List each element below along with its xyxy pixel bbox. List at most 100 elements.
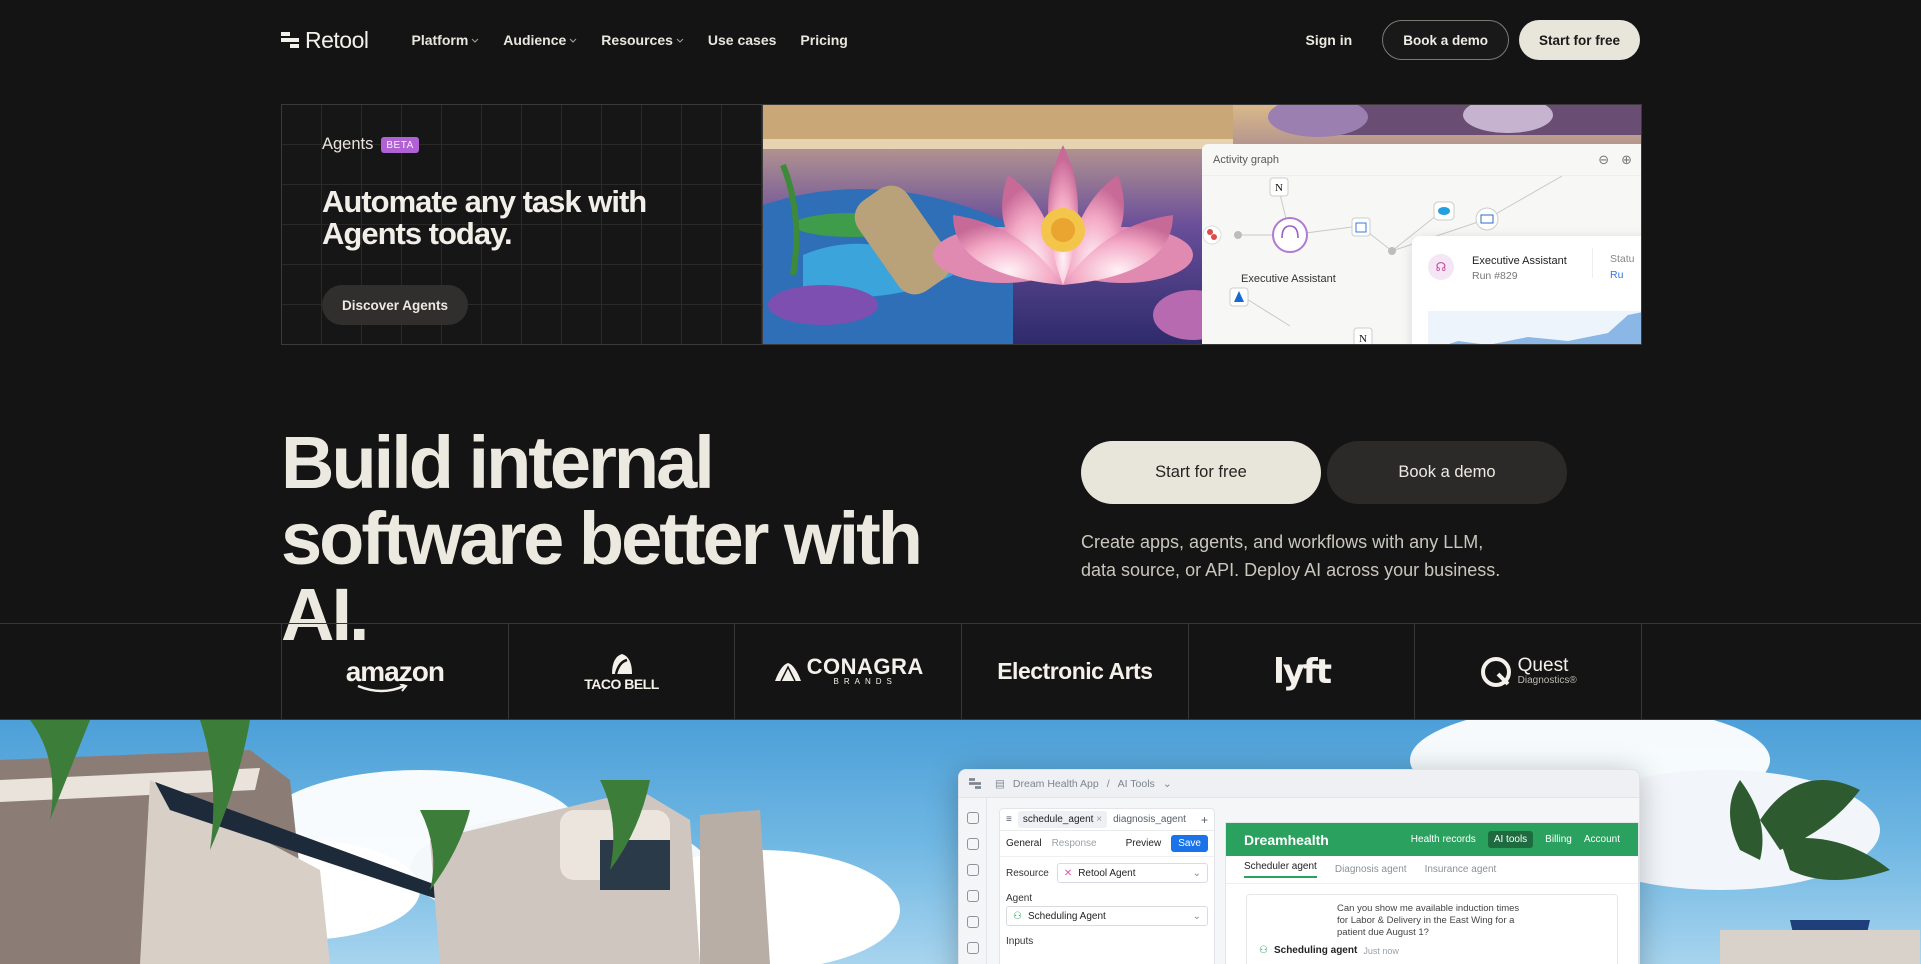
retool-logo[interactable]: Retool <box>281 27 369 54</box>
discover-agents-button[interactable]: Discover Agents <box>322 285 469 325</box>
save-button[interactable]: Save <box>1171 835 1208 852</box>
run-card-title: Executive Assistant <box>1472 255 1567 267</box>
menu-icon[interactable]: ≡ <box>1006 814 1012 825</box>
app-nav-account[interactable]: Account <box>1584 834 1620 845</box>
breadcrumb-page[interactable]: AI Tools <box>1118 778 1155 790</box>
breadcrumb-app[interactable]: Dream Health App <box>1013 778 1099 790</box>
agent-select-value: Scheduling Agent <box>1027 910 1106 922</box>
menu-resources-label: Resources <box>601 32 673 48</box>
book-demo-button[interactable]: Book a demo <box>1382 20 1509 60</box>
quest-diagnostics-logo: Quest Diagnostics® <box>1415 624 1641 719</box>
add-tab-icon[interactable]: + <box>1201 813 1208 827</box>
sign-in-link[interactable]: Sign in <box>1306 32 1353 48</box>
editor-left-rail <box>959 798 987 964</box>
hero-title: Build internal software better with AI. <box>281 421 923 656</box>
chevron-down-icon: ⌄ <box>1192 867 1201 879</box>
promo-title: Automate any task with Agents today. <box>322 184 647 251</box>
zoom-in-icon[interactable]: ⊕ <box>1621 152 1632 168</box>
menu-audience[interactable]: Audience <box>503 32 577 48</box>
chevron-down-icon: ⌄ <box>1192 910 1201 922</box>
chevron-down-icon <box>676 38 684 43</box>
conagra-logo-subtext: BRANDS <box>833 677 897 686</box>
code-icon[interactable] <box>966 890 979 902</box>
dreamhealth-brand: Dreamhealth <box>1244 831 1329 848</box>
quest-logo-icon <box>1480 656 1511 687</box>
menu-pricing-label: Pricing <box>800 32 848 48</box>
promo-tag: Agents BETA <box>322 135 419 154</box>
run-card-sparkline <box>1428 311 1641 344</box>
graph-node-label: Executive Assistant <box>1241 273 1336 285</box>
app-preview-tabs: Scheduler agent Diagnosis agent Insuranc… <box>1226 856 1638 884</box>
add-component-icon[interactable] <box>966 812 979 824</box>
resource-select-value: Retool Agent <box>1078 867 1136 879</box>
quest-logo-subtext: Diagnostics® <box>1517 675 1577 686</box>
hero-subtitle: Create apps, agents, and workflows with … <box>1081 532 1501 580</box>
chevron-down-icon <box>569 38 577 43</box>
activity-graph-title: Activity graph <box>1213 153 1280 166</box>
tab-schedule-agent-label: schedule_agent <box>1022 814 1094 825</box>
chevron-down-icon[interactable]: ⌄ <box>1163 778 1172 790</box>
menu-use-cases[interactable]: Use cases <box>708 32 777 48</box>
agent-label: Agent <box>1006 893 1033 904</box>
start-free-button[interactable]: Start for free <box>1518 20 1640 60</box>
agent-icon: ⚇ <box>1013 910 1022 922</box>
sidebar-toggle-icon[interactable]: ▤ <box>995 778 1005 790</box>
search-icon[interactable] <box>966 916 979 928</box>
amazon-logo-text: amazon <box>345 655 445 687</box>
query-panel: ≡ schedule_agent × diagnosis_agent + Gen… <box>999 808 1215 964</box>
state-icon[interactable] <box>966 942 979 954</box>
pages-icon[interactable] <box>966 838 979 850</box>
app-preview: Dreamhealth Health records AI tools Bill… <box>1225 822 1639 964</box>
activity-graph-header: Activity graph ⊖ ⊕ <box>1202 144 1641 176</box>
query-tabs: ≡ schedule_agent × diagnosis_agent + <box>1000 809 1214 831</box>
ea-logo-text: Electronic Arts <box>997 658 1153 684</box>
zoom-out-icon[interactable]: ⊖ <box>1598 152 1609 168</box>
electronic-arts-logo: Electronic Arts <box>962 624 1189 719</box>
hero-book-demo-button[interactable]: Book a demo <box>1327 441 1567 504</box>
app-nav-health-records[interactable]: Health records <box>1411 834 1476 845</box>
customer-logos: amazon TACO BELL CONAGRA BRANDS Electron… <box>0 623 1921 720</box>
hero-ctas: Start for free Book a demo <box>1081 441 1567 504</box>
run-card[interactable]: ☊ Executive Assistant Run #829 Statu Ru <box>1412 236 1641 344</box>
menu-resources[interactable]: Resources <box>601 32 684 48</box>
agent-avatar-icon: ⚇ <box>1259 945 1268 956</box>
run-card-run-number: Run #829 <box>1472 270 1518 282</box>
retool-agent-icon: ✕ <box>1063 867 1073 879</box>
promo-text-panel: Agents BETA Automate any task with Agent… <box>282 105 763 344</box>
tab-response[interactable]: Response <box>1052 838 1097 849</box>
agents-promo-banner: Agents BETA Automate any task with Agent… <box>281 104 1642 345</box>
nav-actions: Sign in Book a demo Start for free <box>1306 20 1640 60</box>
tab-scheduler-agent[interactable]: Scheduler agent <box>1244 861 1317 878</box>
lyft-logo-text: lyft <box>1273 651 1332 692</box>
conagra-leaf-icon <box>774 662 801 681</box>
tab-diagnosis-agent-app[interactable]: Diagnosis agent <box>1335 864 1407 875</box>
tab-insurance-agent[interactable]: Insurance agent <box>1425 864 1497 875</box>
agent-select[interactable]: ⚇ Scheduling Agent ⌄ <box>1006 906 1208 926</box>
retool-logo-icon <box>281 32 299 48</box>
tab-general[interactable]: General <box>1006 838 1042 849</box>
menu-platform[interactable]: Platform <box>411 32 479 48</box>
resource-label: Resource <box>1006 867 1049 879</box>
app-nav-ai-tools[interactable]: AI tools <box>1487 831 1534 848</box>
app-nav-billing[interactable]: Billing <box>1545 834 1572 845</box>
tab-diagnosis-agent[interactable]: diagnosis_agent <box>1113 814 1186 825</box>
hero-start-free-button[interactable]: Start for free <box>1081 441 1321 504</box>
run-card-status-label: Statu <box>1610 253 1635 265</box>
resource-select[interactable]: ✕ Retool Agent ⌄ <box>1056 863 1208 883</box>
quest-logo-text: Quest <box>1517 655 1569 676</box>
tab-schedule-agent[interactable]: schedule_agent × <box>1017 811 1108 828</box>
lyft-logo: lyft <box>1189 624 1416 719</box>
app-preview-navbar: Dreamhealth Health records AI tools Bill… <box>1226 823 1638 856</box>
components-icon[interactable] <box>966 864 979 876</box>
preview-button[interactable]: Preview <box>1126 838 1162 849</box>
close-icon[interactable]: × <box>1096 814 1102 825</box>
menu-pricing[interactable]: Pricing <box>800 32 847 48</box>
breadcrumb-separator: / <box>1106 777 1110 790</box>
main-menu: Platform Audience Resources Use cases Pr… <box>411 32 847 48</box>
amazon-logo: amazon <box>282 624 509 719</box>
headset-icon: ☊ <box>1428 254 1454 280</box>
agent-reply-time: Just now <box>1363 945 1399 956</box>
inputs-label: Inputs <box>1006 936 1034 947</box>
chevron-down-icon <box>471 38 479 43</box>
retool-editor-window: ▤ Dream Health App / AI Tools ⌄ ≡ schedu… <box>958 769 1640 964</box>
